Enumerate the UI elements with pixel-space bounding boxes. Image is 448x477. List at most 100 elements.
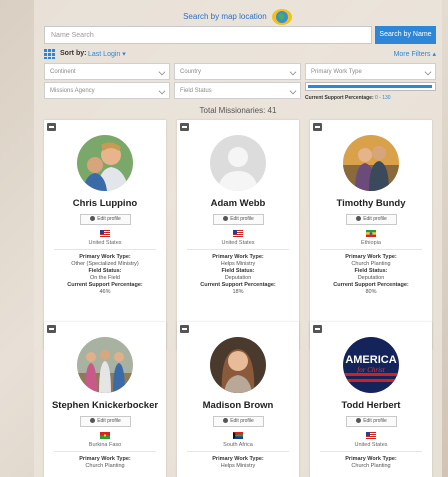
sort-value[interactable]: Last Login xyxy=(88,51,120,58)
chevron-down-icon xyxy=(289,87,297,95)
sort-label: Sort by: xyxy=(60,50,87,57)
field-status-select-label: Field Status xyxy=(180,88,212,94)
tag-icon xyxy=(47,123,56,131)
total-missionaries: Total Missionaries: 41 xyxy=(199,106,277,115)
card-divider xyxy=(54,249,156,250)
gear-icon xyxy=(223,216,229,222)
us-flag-icon xyxy=(233,230,243,237)
missionary-country: United States xyxy=(221,240,255,246)
map-search-label[interactable]: Search by map location xyxy=(183,12,267,21)
missionary-name[interactable]: Todd Herbert xyxy=(300,400,442,411)
missionary-name[interactable]: Timothy Bundy xyxy=(300,198,442,209)
globe-map-icon[interactable] xyxy=(271,8,293,26)
support-value: 80% xyxy=(365,289,377,295)
work-type-label: Primary Work Type: xyxy=(345,254,397,260)
edit-profile-label[interactable]: Edit profile xyxy=(230,418,254,424)
support-label: Current Support Percentage: xyxy=(333,282,409,288)
work-type-label: Primary Work Type: xyxy=(212,456,264,462)
missions-agency-select[interactable]: Missions Agency xyxy=(44,82,170,99)
support-range-fill xyxy=(308,85,433,88)
support-range-slider[interactable] xyxy=(305,82,436,91)
main-panel: Search by map location Name Search Searc… xyxy=(34,0,442,477)
edit-profile-label[interactable]: Edit profile xyxy=(230,216,254,222)
gear-icon xyxy=(356,418,362,424)
field-status-value: On the Field xyxy=(90,275,120,281)
edit-profile-button[interactable]: Edit profile xyxy=(213,214,264,225)
us-flag-icon xyxy=(366,432,376,439)
continent-select[interactable]: Continent xyxy=(44,63,170,80)
support-range-label: Current Support Percentage: 0 - 130 xyxy=(305,95,391,101)
search-by-name-button[interactable]: Search by Name xyxy=(375,26,436,44)
gear-icon xyxy=(90,418,96,424)
chevron-down-icon xyxy=(158,68,166,76)
missionary-name[interactable]: Chris Luppino xyxy=(34,198,176,209)
work-type-value: Church Planting xyxy=(351,261,391,267)
field-status-label: Field Status: xyxy=(354,268,388,274)
svg-text:AMERICA: AMERICA xyxy=(345,354,396,366)
edit-profile-label[interactable]: Edit profile xyxy=(363,216,387,222)
avatar xyxy=(343,135,399,191)
missionary-info: Primary Work Type: Church Planting Field… xyxy=(310,254,432,296)
card-divider xyxy=(54,451,156,452)
field-status-select[interactable]: Field Status xyxy=(174,82,301,99)
missionary-card[interactable]: Madison Brown Edit profile South Africa … xyxy=(177,322,299,477)
work-type-select-label: Primary Work Type xyxy=(311,69,362,75)
missionary-name[interactable]: Madison Brown xyxy=(167,400,309,411)
edit-profile-button[interactable]: Edit profile xyxy=(213,416,264,427)
edit-profile-label[interactable]: Edit profile xyxy=(363,418,387,424)
field-status-value: Deputation xyxy=(224,275,252,281)
work-type-label: Primary Work Type: xyxy=(79,254,131,260)
missionary-info: Primary Work Type: Other (Specialized Mi… xyxy=(44,254,166,296)
grid-view-icon[interactable] xyxy=(44,49,56,59)
missionary-info: Primary Work Type: Church Planting xyxy=(310,456,432,470)
burkina-faso-flag-icon xyxy=(100,432,110,439)
chevron-down-icon xyxy=(158,87,166,95)
missionary-card[interactable]: AMERICA for Christ Todd Herbert Edit pro… xyxy=(310,322,432,477)
avatar xyxy=(77,337,133,393)
name-search-input[interactable]: Name Search xyxy=(44,26,372,44)
name-search-row: Name Search Search by Name xyxy=(44,26,436,44)
missionary-card[interactable]: Adam Webb Edit profile United States Pri… xyxy=(177,120,299,350)
card-divider xyxy=(187,451,289,452)
missionary-country: Ethiopia xyxy=(361,240,381,246)
work-type-value: Other (Specialized Ministry) xyxy=(71,261,139,267)
america-for-christ-logo: AMERICA for Christ xyxy=(343,337,399,393)
missionary-name[interactable]: Stephen Knickerbocker xyxy=(34,400,176,411)
card-divider xyxy=(320,451,422,452)
support-label: Current Support Percentage: xyxy=(200,282,276,288)
support-value: 46% xyxy=(99,289,111,295)
tag-icon xyxy=(313,325,322,333)
edit-profile-label[interactable]: Edit profile xyxy=(97,216,121,222)
more-filters-label[interactable]: More Filters xyxy=(394,51,431,58)
country-select[interactable]: Country xyxy=(174,63,301,80)
tag-icon xyxy=(180,123,189,131)
chevron-down-icon xyxy=(289,68,297,76)
work-type-label: Primary Work Type: xyxy=(212,254,264,260)
edit-profile-button[interactable]: Edit profile xyxy=(80,214,131,225)
missionary-card[interactable]: Stephen Knickerbocker Edit profile Burki… xyxy=(44,322,166,477)
edit-profile-button[interactable]: Edit profile xyxy=(346,214,397,225)
missionary-name[interactable]: Adam Webb xyxy=(167,198,309,209)
sort-dropdown[interactable]: Last Login ▾ xyxy=(88,50,126,58)
missionary-card[interactable]: Chris Luppino Edit profile United States… xyxy=(44,120,166,350)
work-type-value: Helps Ministry xyxy=(220,463,256,469)
us-flag-icon xyxy=(100,230,110,237)
primary-work-type-select[interactable]: Primary Work Type xyxy=(305,63,436,80)
map-search-link[interactable]: Search by map location xyxy=(34,8,442,26)
edit-profile-button[interactable]: Edit profile xyxy=(80,416,131,427)
edit-profile-button[interactable]: Edit profile xyxy=(346,416,397,427)
card-divider xyxy=(187,249,289,250)
gear-icon xyxy=(223,418,229,424)
missionary-country: United States xyxy=(88,240,122,246)
svg-text:for Christ: for Christ xyxy=(357,366,385,374)
missionary-info: Primary Work Type: Church Planting xyxy=(44,456,166,470)
sort-row: Sort by: Last Login ▾ More Filters ▴ xyxy=(44,49,436,61)
missionary-country: Burkina Faso xyxy=(88,442,122,448)
avatar xyxy=(210,337,266,393)
more-filters-toggle[interactable]: More Filters ▴ xyxy=(394,50,436,58)
continent-select-label: Continent xyxy=(50,69,76,75)
missionary-card[interactable]: Timothy Bundy Edit profile Ethiopia Prim… xyxy=(310,120,432,350)
field-status-value: Deputation xyxy=(357,275,385,281)
edit-profile-label[interactable]: Edit profile xyxy=(97,418,121,424)
work-type-label: Primary Work Type: xyxy=(345,456,397,462)
